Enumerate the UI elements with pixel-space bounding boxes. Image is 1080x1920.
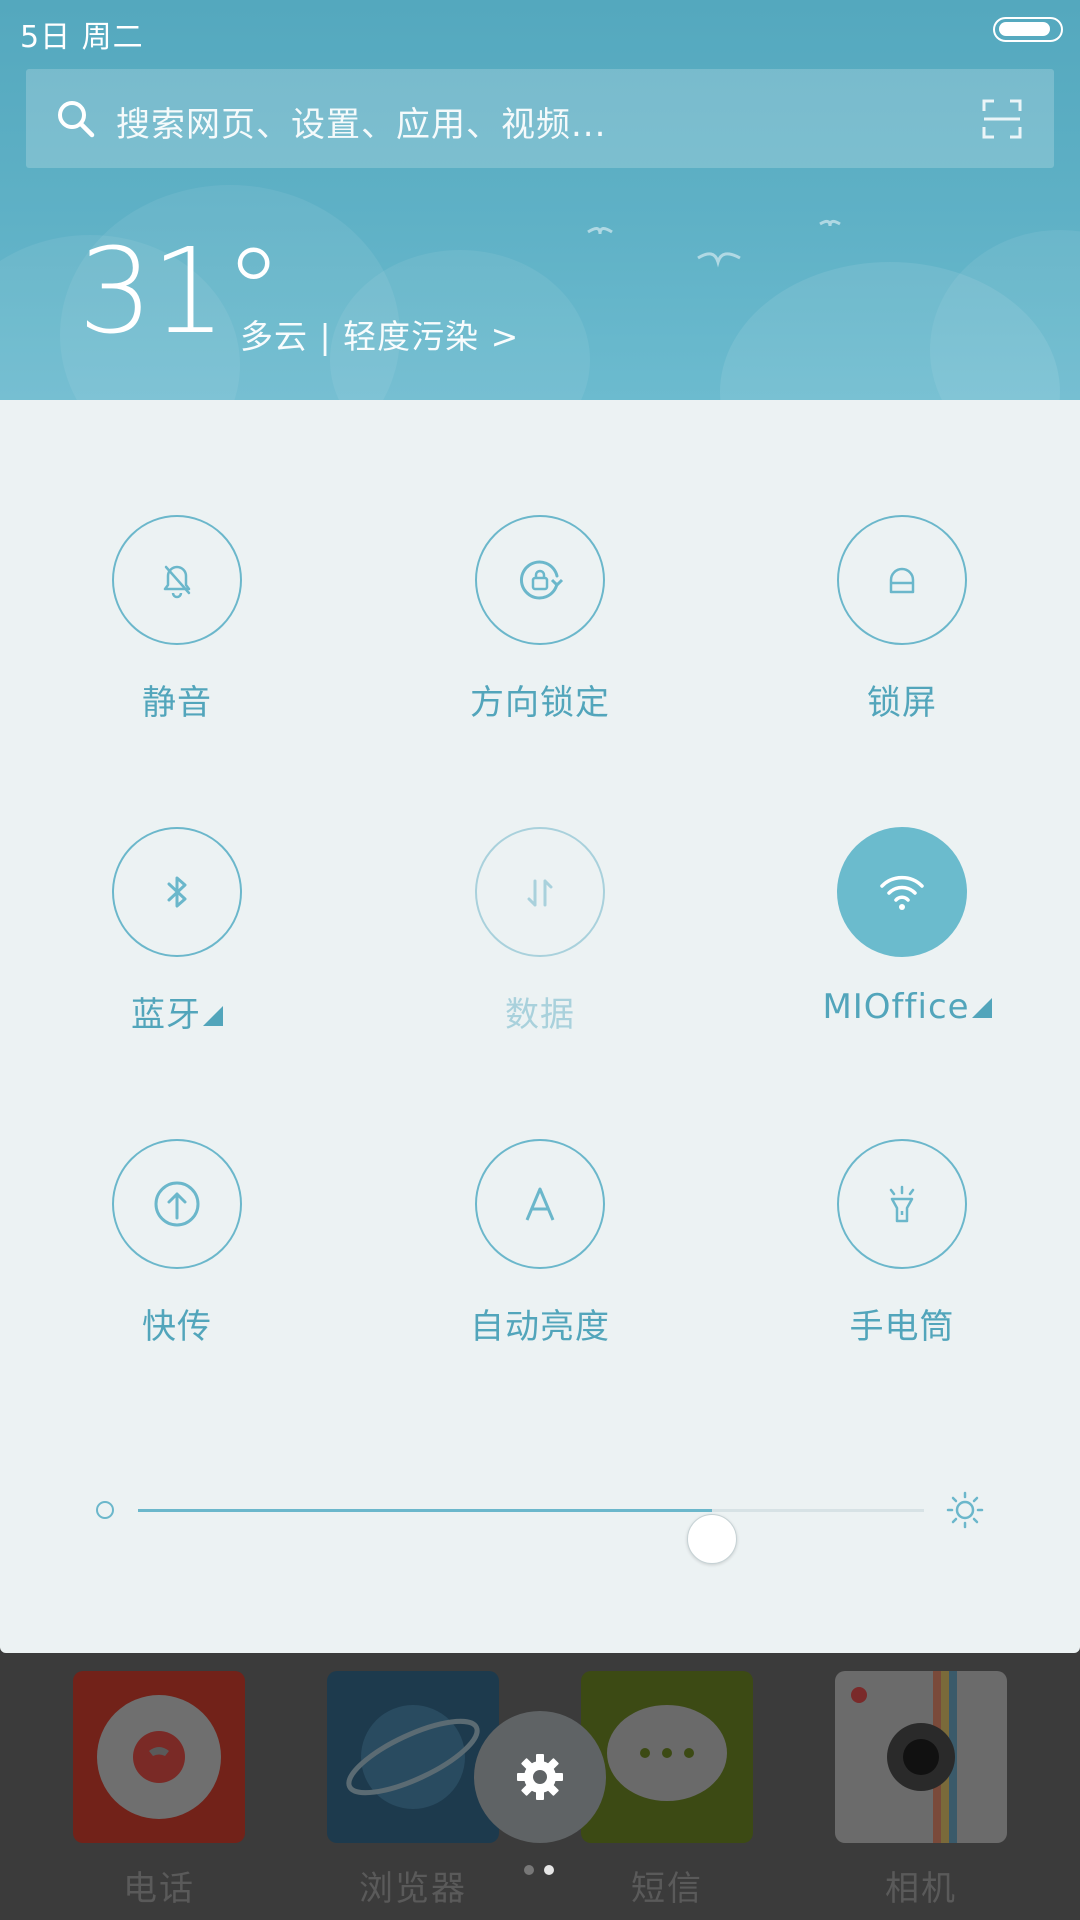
- scan-icon[interactable]: [982, 99, 1022, 139]
- bluetooth-icon: [167, 876, 187, 908]
- toggle-mobile-data-label: 数据: [505, 995, 575, 1035]
- dock-app-camera-label: 相机: [885, 1869, 957, 1909]
- upload-icon: [154, 1181, 200, 1227]
- quick-settings-panel: 静音 方向锁定 锁屏 蓝牙 数据 MIOffice 快传 自动亮度 手电筒: [0, 400, 1080, 1653]
- battery-level: [999, 22, 1050, 36]
- toggle-quick-transfer-label: 快传: [142, 1307, 212, 1347]
- toggle-flashlight-label: 手电筒: [849, 1307, 955, 1347]
- page-dot: [524, 1865, 534, 1875]
- flashlight-icon: [889, 1185, 915, 1223]
- toggle-silent-button[interactable]: [112, 515, 242, 645]
- toggle-bluetooth-label: 蓝牙: [47, 987, 307, 1036]
- dock-app-messages[interactable]: 短信: [581, 1661, 753, 1911]
- lock-icon: [889, 567, 915, 594]
- toggle-wifi-button[interactable]: [837, 827, 967, 957]
- page-indicator: [524, 1865, 564, 1877]
- toggle-bluetooth[interactable]: 蓝牙: [47, 827, 307, 1057]
- toggle-silent[interactable]: 静音: [47, 515, 307, 745]
- dock-app-phone-label: 电话: [123, 1869, 195, 1909]
- dock-app-browser[interactable]: 浏览器: [327, 1661, 499, 1911]
- toggle-quick-transfer[interactable]: 快传: [47, 1139, 307, 1369]
- toggle-auto-brightness[interactable]: 自动亮度: [410, 1139, 670, 1369]
- search-bar[interactable]: 搜索网页、设置、应用、视频...: [26, 69, 1054, 168]
- wifi-icon: [880, 875, 924, 910]
- gear-icon: [517, 1754, 563, 1800]
- brightness-fill: [138, 1509, 712, 1512]
- dock-app-camera[interactable]: 相机: [835, 1661, 1007, 1911]
- toggle-mobile-data[interactable]: 数据: [410, 827, 670, 1057]
- toggle-wifi[interactable]: MIOffice: [772, 827, 1032, 1057]
- dock-app-browser-label: 浏览器: [359, 1869, 467, 1909]
- dock-app-phone[interactable]: 电话: [73, 1661, 245, 1911]
- messages-icon[interactable]: [581, 1671, 753, 1843]
- brightness-thumb[interactable]: [687, 1514, 737, 1564]
- rotation-lock-icon: [519, 560, 564, 600]
- phone-icon[interactable]: [73, 1671, 245, 1843]
- browser-icon[interactable]: [327, 1671, 499, 1843]
- toggle-wifi-label: MIOffice: [762, 987, 1052, 1027]
- toggle-quick-transfer-button[interactable]: [112, 1139, 242, 1269]
- settings-button[interactable]: [474, 1711, 606, 1843]
- battery-icon: [993, 17, 1063, 42]
- data-transfer-icon: [527, 879, 553, 907]
- brightness-slider[interactable]: [90, 1480, 1000, 1564]
- brightness-low-icon: [96, 1501, 114, 1519]
- more-options-arrow-icon: [971, 998, 992, 1018]
- toggle-rotation-lock-button[interactable]: [475, 515, 605, 645]
- toggle-bluetooth-button[interactable]: [112, 827, 242, 957]
- search-icon: [58, 101, 95, 138]
- dock-app-messages-label: 短信: [631, 1869, 703, 1909]
- page-dot: [544, 1865, 554, 1875]
- auto-brightness-icon: [525, 1187, 555, 1221]
- toggle-auto-brightness-label: 自动亮度: [470, 1307, 610, 1347]
- toggle-wifi-text: MIOffice: [822, 987, 970, 1027]
- bell-off-icon: [163, 565, 191, 599]
- search-input[interactable]: 搜索网页、设置、应用、视频...: [116, 97, 606, 146]
- status-date: 5日 周二: [20, 20, 144, 55]
- toggle-auto-brightness-button[interactable]: [475, 1139, 605, 1269]
- weather-description[interactable]: 多云 | 轻度污染 >: [240, 310, 519, 358]
- toggle-flashlight-button[interactable]: [837, 1139, 967, 1269]
- status-bar: 5日 周二: [0, 0, 1080, 60]
- toggle-silent-label: 静音: [142, 683, 212, 723]
- toggle-lock-screen[interactable]: 锁屏: [772, 515, 1032, 745]
- toggle-lock-screen-button[interactable]: [837, 515, 967, 645]
- toggle-lock-screen-label: 锁屏: [867, 683, 937, 723]
- toggle-bluetooth-text: 蓝牙: [131, 995, 201, 1035]
- toggle-mobile-data-button[interactable]: [475, 827, 605, 957]
- toggle-flashlight[interactable]: 手电筒: [772, 1139, 1032, 1369]
- camera-icon[interactable]: [835, 1671, 1007, 1843]
- weather-header: 5日 周二 搜索网页、设置、应用、视频... 31° 多云 | 轻度污染 >: [0, 0, 1080, 400]
- brightness-high-icon: [946, 1491, 984, 1529]
- toggle-rotation-lock-label: 方向锁定: [470, 683, 610, 723]
- brightness-track[interactable]: [138, 1509, 924, 1564]
- more-options-arrow-icon: [203, 1006, 223, 1026]
- toggle-rotation-lock[interactable]: 方向锁定: [410, 515, 670, 745]
